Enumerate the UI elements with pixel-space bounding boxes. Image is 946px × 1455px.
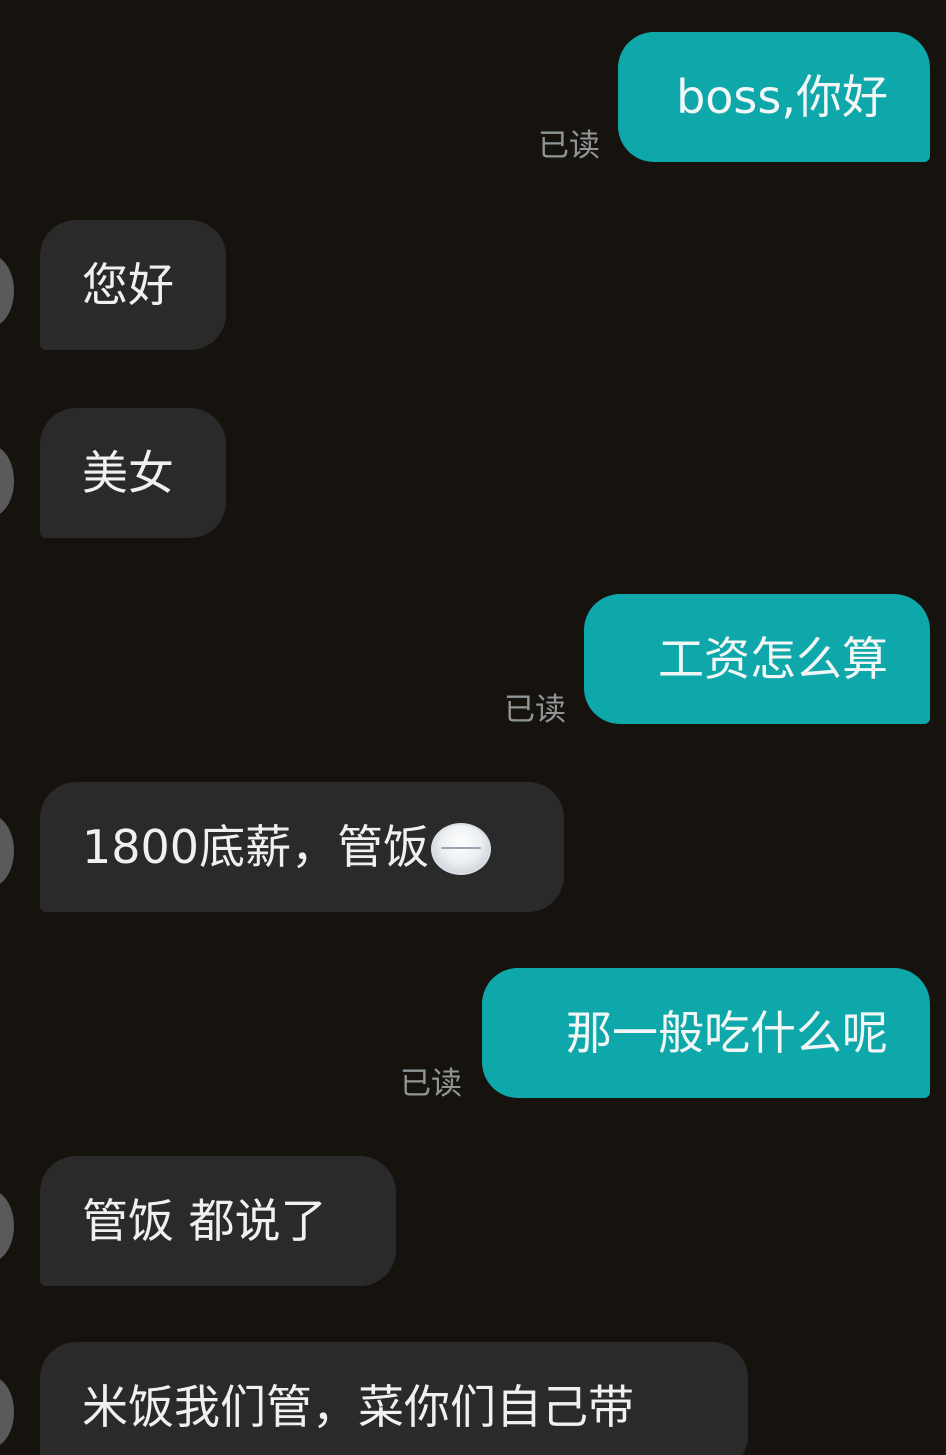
message-bubble-received[interactable]: 1800底薪，管饭 <box>40 782 564 912</box>
message-bubble-received[interactable]: 您好 <box>40 220 226 350</box>
message-text: 1800底薪，管饭 <box>82 820 430 874</box>
message-bubble-received[interactable]: 美女 <box>40 408 226 538</box>
message-text: 工资怎么算 <box>658 632 888 686</box>
message-text: boss,你好 <box>676 70 888 124</box>
message-text: 美女 <box>82 446 174 500</box>
read-status: 已读 <box>538 128 600 164</box>
read-status: 已读 <box>400 1066 462 1102</box>
message-text: 米饭我们管，菜你们自己带 <box>82 1380 634 1434</box>
message-text: 那一般吃什么呢 <box>566 1006 888 1060</box>
message-bubble-sent[interactable]: 工资怎么算 <box>584 594 930 724</box>
white-ball-emoji-icon <box>431 823 492 875</box>
message-bubble-sent[interactable]: boss,你好 <box>618 32 930 162</box>
message-bubble-received[interactable]: 米饭我们管，菜你们自己带 <box>40 1342 748 1455</box>
contact-avatar[interactable] <box>0 815 14 887</box>
message-text: 管饭 都说了 <box>82 1194 327 1248</box>
message-bubble-received[interactable]: 管饭 都说了 <box>40 1156 396 1286</box>
contact-avatar[interactable] <box>0 1376 14 1448</box>
message-text: 您好 <box>82 258 174 312</box>
read-status: 已读 <box>504 692 566 728</box>
contact-avatar[interactable] <box>0 445 14 517</box>
message-bubble-sent[interactable]: 那一般吃什么呢 <box>482 968 930 1098</box>
contact-avatar[interactable] <box>0 1190 14 1262</box>
contact-avatar[interactable] <box>0 255 14 327</box>
chat-screen: boss,你好 已读 您好 美女 工资怎么算 已读 1800底薪，管饭 那一般吃… <box>0 0 946 1455</box>
